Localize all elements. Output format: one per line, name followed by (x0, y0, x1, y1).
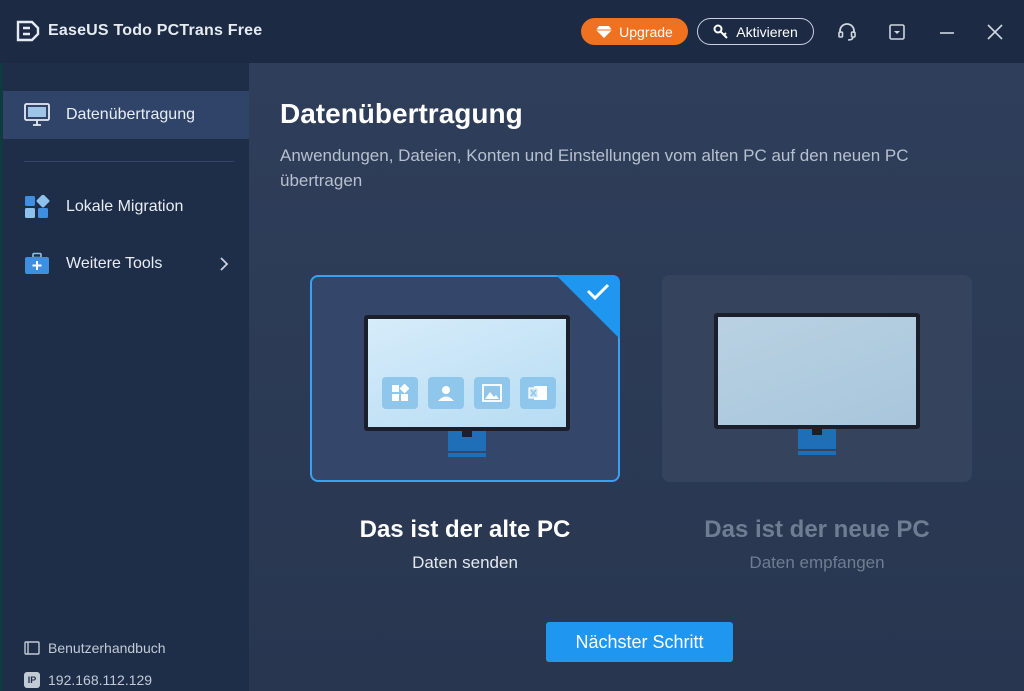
title-bar: EaseUS Todo PCTrans Free Upgrade Aktivie… (0, 0, 1024, 63)
sidebar-item-label: Lokale Migration (66, 198, 184, 215)
app-logo-icon (16, 20, 40, 42)
user-icon (428, 377, 464, 409)
ip-address-row: IP 192.168.112.129 (24, 672, 152, 688)
ip-badge-icon: IP (24, 672, 40, 688)
apps-icon (382, 377, 418, 409)
sidebar-item-lokale-migration[interactable]: Lokale Migration (0, 183, 249, 231)
window-edge (0, 63, 3, 691)
monitor-icon (24, 103, 50, 126)
dropdown-menu-icon[interactable] (884, 19, 910, 45)
sidebar-item-datenuebertragung[interactable]: Datenübertragung (0, 91, 249, 139)
app-title: EaseUS Todo PCTrans Free (48, 22, 263, 39)
close-icon[interactable] (982, 19, 1008, 45)
toolbox-icon (25, 252, 49, 274)
page-subtitle: Anwendungen, Dateien, Konten und Einstel… (280, 146, 909, 190)
sidebar-divider (24, 161, 234, 162)
next-step-button[interactable]: Nächster Schritt (546, 622, 733, 662)
page-title: Datenübertragung (280, 98, 523, 129)
new-pc-card[interactable] (662, 275, 972, 482)
activate-button[interactable]: Aktivieren (697, 18, 814, 45)
sidebar-item-label: Weitere Tools (66, 255, 163, 272)
sidebar-item-label: Datenübertragung (66, 106, 195, 123)
user-manual-link[interactable]: Benutzerhandbuch (24, 640, 166, 656)
new-pc-subtitle: Daten empfangen (749, 553, 885, 572)
monitor-screen (714, 313, 920, 429)
upgrade-button[interactable]: Upgrade (581, 18, 688, 45)
key-icon (713, 24, 728, 39)
monitor-stand (448, 431, 486, 457)
activate-label: Aktivieren (736, 23, 798, 40)
chevron-right-icon (220, 257, 229, 271)
upgrade-label: Upgrade (619, 23, 673, 40)
minimize-icon[interactable] (934, 19, 960, 45)
sidebar: Datenübertragung Lokale Migration Weiter… (0, 63, 249, 691)
old-pc-subtitle: Daten senden (412, 553, 518, 572)
book-icon (24, 641, 40, 655)
user-manual-label: Benutzerhandbuch (48, 640, 166, 656)
monitor-screen (364, 315, 570, 431)
main-panel: Datenübertragung Anwendungen, Dateien, K… (249, 63, 1024, 691)
diamond-icon (596, 25, 613, 38)
grid-apps-icon (25, 195, 50, 218)
monitor-stand (798, 429, 836, 455)
image-icon (474, 377, 510, 409)
old-pc-title: Das ist der alte PC (359, 516, 571, 543)
new-pc-title: Das ist der neue PC (704, 516, 930, 543)
ip-address: 192.168.112.129 (48, 672, 153, 688)
sidebar-item-weitere-tools[interactable]: Weitere Tools (0, 240, 249, 288)
old-pc-card[interactable] (310, 275, 620, 482)
spreadsheet-icon (520, 377, 556, 409)
headset-icon[interactable] (834, 19, 860, 45)
